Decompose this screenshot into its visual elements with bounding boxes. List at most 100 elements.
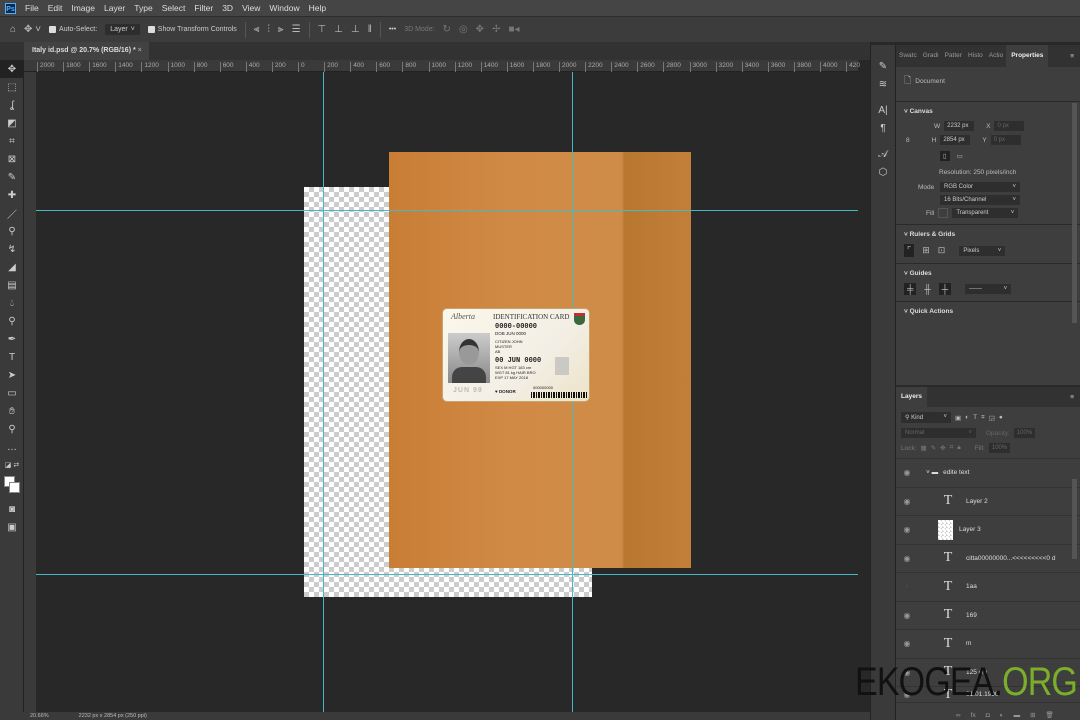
layer-filter-dropdown[interactable]: ⚲ Kind ˅ xyxy=(901,412,951,423)
more-options-button[interactable]: ••• xyxy=(389,26,396,33)
rectangle-tool-icon[interactable]: ▭ xyxy=(0,384,24,402)
blend-mode-dropdown[interactable]: Normal ˅ xyxy=(901,428,976,438)
menu-filter[interactable]: Filter xyxy=(194,3,213,13)
guides-section[interactable]: ˅ Guides xyxy=(896,264,1080,277)
layers-scrollbar[interactable] xyxy=(1072,479,1077,559)
object-select-tool-icon[interactable]: ◩ xyxy=(0,114,24,132)
x-field[interactable]: 0 px xyxy=(994,121,1025,131)
screen-mode-icon[interactable]: ▣ xyxy=(0,518,24,536)
filter-adjust-icon[interactable]: ◐ xyxy=(965,414,969,421)
tab-actions[interactable]: Actio xyxy=(986,45,1006,67)
3d-icon[interactable]: ⬡ xyxy=(871,163,895,181)
dodge-tool-icon[interactable]: ⚲ xyxy=(0,312,24,330)
guide-horizontal[interactable] xyxy=(36,210,858,211)
brushes-icon[interactable]: ≋ xyxy=(871,75,895,93)
fill-field[interactable]: 100% xyxy=(988,443,1011,453)
width-field[interactable]: 2232 px xyxy=(944,121,975,131)
menu-select[interactable]: Select xyxy=(162,3,186,13)
portrait-icon[interactable]: ▯ xyxy=(940,151,950,161)
show-transform-checkbox[interactable]: Show Transform Controls xyxy=(147,26,237,33)
align-right-icon[interactable]: ⫸ xyxy=(278,24,284,35)
visibility-icon[interactable]: ◉ xyxy=(896,554,918,563)
opacity-field[interactable]: 100% xyxy=(1013,428,1036,438)
filter-shape-icon[interactable]: ⌗ xyxy=(981,414,985,422)
character-icon[interactable]: A| xyxy=(871,101,895,119)
visibility-icon[interactable]: ◉ xyxy=(896,639,918,648)
fill-dropdown[interactable]: Transparent ˅ xyxy=(952,208,1019,218)
filter-smart-icon[interactable]: ◲ xyxy=(989,414,995,422)
pen-tool-icon[interactable]: ✒ xyxy=(0,330,24,348)
guide-style-dropdown[interactable]: ─── ˅ xyxy=(965,284,1012,294)
move-tool-icon[interactable]: ✥ ˅ xyxy=(24,24,41,35)
y-field[interactable]: 0 px xyxy=(990,135,1021,145)
tab-patterns[interactable]: Patter xyxy=(942,45,965,67)
crop-tool-icon[interactable]: ⌗ xyxy=(0,132,24,150)
zoom-level[interactable]: 20.66% xyxy=(30,713,49,719)
close-tab-icon[interactable]: × xyxy=(138,47,142,54)
roll-3d-icon[interactable]: ◎ xyxy=(459,24,468,35)
auto-select-checkbox[interactable]: Auto-Select: xyxy=(49,26,97,33)
align-bottom-icon[interactable]: ⊥ xyxy=(351,24,360,35)
lock-position-icon[interactable]: ✥ xyxy=(940,444,945,452)
landscape-icon[interactable]: ▭ xyxy=(954,151,966,161)
new-group-icon[interactable]: ▬ xyxy=(1014,712,1021,719)
frame-tool-icon[interactable]: ⊠ xyxy=(0,150,24,168)
lock-artboard-icon[interactable]: ⌗ xyxy=(950,444,954,452)
gradient-tool-icon[interactable]: ▤ xyxy=(0,276,24,294)
id-card[interactable]: Alberta IDENTIFICATION CARD 0000-00000 D… xyxy=(442,308,590,402)
color-swatches[interactable] xyxy=(0,474,24,500)
distribute-vertical-icon[interactable]: ‖ xyxy=(368,24,372,35)
blur-tool-icon[interactable]: 💧︎ xyxy=(0,294,24,312)
rulers-grids-section[interactable]: ˅ Rulers & Grids xyxy=(896,225,1080,238)
ruler-toggle-icon[interactable]: ⌜ xyxy=(904,244,915,257)
tab-swatches[interactable]: Swatc xyxy=(896,45,920,67)
move-tool-icon[interactable]: ✥ xyxy=(0,60,24,78)
filter-pixel-icon[interactable]: ▣ xyxy=(955,414,961,422)
fill-swatch[interactable] xyxy=(938,208,949,218)
align-top-icon[interactable]: ⊤ xyxy=(318,24,327,35)
guide-vertical[interactable] xyxy=(323,72,324,712)
swap-colors-icon[interactable]: ◪ ⇄ xyxy=(0,456,24,474)
canvas-area[interactable]: Alberta IDENTIFICATION CARD 0000-00000 D… xyxy=(36,72,858,712)
brush-settings-icon[interactable]: ✎ xyxy=(871,57,895,75)
menu-view[interactable]: View xyxy=(242,3,260,13)
units-dropdown[interactable]: Pixels ˅ xyxy=(959,245,1006,256)
menu-image[interactable]: Image xyxy=(71,3,95,13)
panel-menu-icon[interactable]: ≡ xyxy=(1070,394,1074,401)
align-center-icon[interactable]: ⫶ xyxy=(267,24,270,35)
tab-properties[interactable]: Properties xyxy=(1006,45,1049,67)
type-tool-icon[interactable]: T xyxy=(0,348,24,366)
visibility-icon[interactable]: ◉ xyxy=(896,497,918,506)
menu-edit[interactable]: Edit xyxy=(48,3,63,13)
more-tools-icon[interactable]: … xyxy=(0,438,24,456)
history-brush-icon[interactable]: ↯ xyxy=(0,240,24,258)
layer-row[interactable]: ▫ T 1aa xyxy=(896,573,1080,602)
lock-all-icon[interactable]: 🔒︎ xyxy=(957,444,960,452)
tab-history[interactable]: Histo xyxy=(965,45,986,67)
grid-toggle-icon[interactable]: ⊞ xyxy=(922,245,930,256)
guides-toggle-icon[interactable]: ╪ xyxy=(904,283,917,295)
visibility-icon[interactable]: ◉ xyxy=(896,611,918,620)
hand-tool-icon[interactable]: ✋︎ xyxy=(0,402,24,420)
bit-depth-dropdown[interactable]: 16 Bits/Channel ˅ xyxy=(940,195,1020,205)
tab-gradients[interactable]: Gradi xyxy=(920,45,942,67)
layer-row[interactable]: ◉ Layer 3 xyxy=(896,516,1080,545)
eyedropper-tool-icon[interactable]: ✎ xyxy=(0,168,24,186)
layer-row[interactable]: ◉ Tcitta00000000...<<<<<<<<<0 d xyxy=(896,545,1080,573)
layer-row[interactable]: ◉ Tm xyxy=(896,630,1080,659)
glyphs-icon[interactable]: 𝒜 xyxy=(871,145,895,163)
layer-group[interactable]: ◉ ˅ ▬ edite text xyxy=(896,459,1080,488)
filter-toggle-icon[interactable]: ● xyxy=(999,414,1003,421)
tab-layers[interactable]: Layers xyxy=(896,387,927,407)
auto-select-dropdown[interactable]: Layer ˅ xyxy=(105,24,140,35)
add-mask-icon[interactable]: ◘ xyxy=(986,712,990,719)
home-icon[interactable]: ⌂ xyxy=(10,24,16,35)
lasso-tool-icon[interactable]: ʆ xyxy=(0,96,24,114)
menu-file[interactable]: File xyxy=(25,3,39,13)
document-tab[interactable]: Italy id.psd @ 20.7% (RGB/16) * × xyxy=(24,42,149,60)
new-layer-icon[interactable]: ⊞ xyxy=(1030,711,1035,719)
menu-layer[interactable]: Layer xyxy=(104,3,125,13)
layer-row[interactable]: ◉ T 169 xyxy=(896,602,1080,630)
smart-guides-icon[interactable]: ┼ xyxy=(938,283,952,295)
fx-icon[interactable]: fx xyxy=(971,712,976,719)
